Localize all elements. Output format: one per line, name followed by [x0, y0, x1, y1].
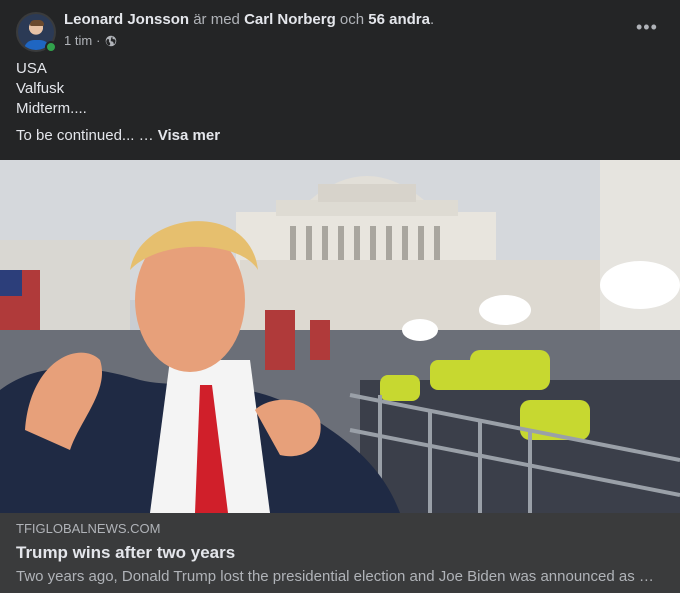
link-preview-image[interactable]	[0, 160, 680, 513]
link-title[interactable]: Trump wins after two years	[16, 542, 235, 563]
facebook-post: Leonard Jonsson är med Carl Norberg och …	[0, 0, 680, 593]
post-line: Midterm....	[16, 100, 87, 117]
post-line: Valfusk	[16, 80, 65, 97]
author-avatar[interactable]	[16, 12, 57, 53]
post-meta: 1 tim ·	[64, 33, 117, 49]
post-line: USA	[16, 60, 47, 77]
link-description: Two years ago, Donald Trump lost the pre…	[16, 568, 656, 585]
continued-text: To be continued... …	[16, 127, 154, 144]
flag-left	[0, 270, 40, 330]
timestamp-link[interactable]: 1 tim	[64, 33, 92, 49]
see-more-link[interactable]: Visa mer	[158, 127, 220, 144]
others-link[interactable]: 56 andra	[368, 11, 430, 28]
globe-icon[interactable]	[105, 35, 117, 47]
post-body: USA Valfusk Midterm....	[16, 59, 87, 119]
with-text: är med	[193, 11, 240, 28]
period-text: .	[429, 11, 435, 28]
link-domain: TFIGLOBALNEWS.COM	[16, 521, 161, 536]
author-name-link[interactable]: Leonard Jonsson	[64, 11, 189, 28]
link-preview[interactable]: TFIGLOBALNEWS.COM Trump wins after two y…	[0, 513, 680, 593]
online-status-icon	[45, 41, 57, 53]
post-continued: To be continued... … Visa mer	[16, 126, 220, 146]
tagged-person-link[interactable]: Carl Norberg	[244, 11, 336, 28]
capitol-photo	[0, 160, 680, 513]
more-options-button[interactable]: •••	[636, 18, 657, 38]
post-attribution: Leonard Jonsson är med Carl Norberg och …	[64, 11, 434, 29]
and-text: och	[339, 11, 365, 28]
avatar-hair	[30, 20, 44, 26]
post-header: Leonard Jonsson är med Carl Norberg och …	[0, 0, 680, 60]
meta-separator: ·	[96, 33, 101, 48]
